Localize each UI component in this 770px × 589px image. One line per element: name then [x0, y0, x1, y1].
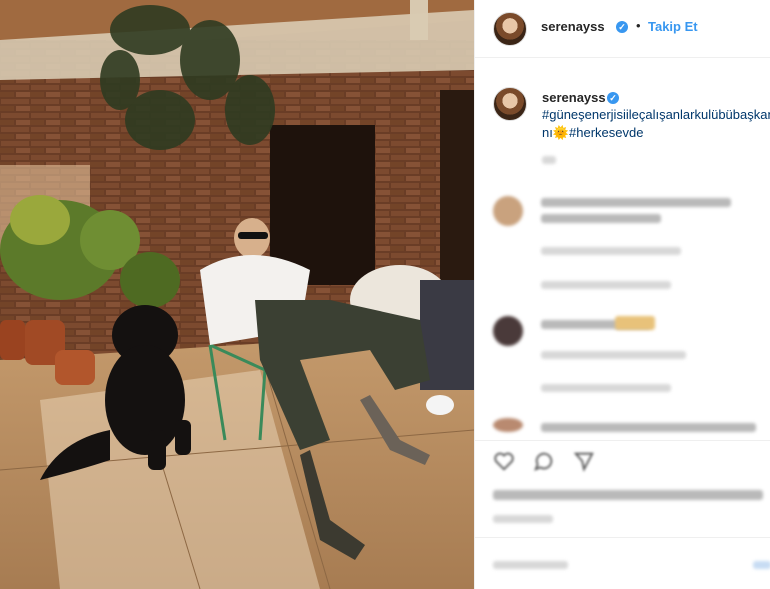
caption-avatar-icon[interactable]: [493, 87, 527, 121]
add-comment-input-blurred[interactable]: [493, 561, 568, 569]
actions-divider: [475, 440, 770, 441]
caption-text: #güneşenerjisiileçalışanlarkulübübaşkanı…: [542, 106, 770, 142]
post-photo-scene: [0, 0, 474, 589]
caption-verified-badge-icon: ✓: [607, 92, 619, 104]
comment-text-blurred: [541, 423, 756, 432]
sun-emoji-icon: 🌞: [552, 125, 570, 140]
comment-text-blurred: [541, 198, 731, 207]
caption-hashtag-line2[interactable]: #herkesevde: [569, 125, 643, 140]
comment-meta-blurred: [541, 247, 681, 255]
likes-count-blurred: [493, 490, 763, 500]
header-separator: •: [636, 18, 641, 33]
comment-avatar: [493, 418, 523, 432]
comment-replies-blurred: [541, 384, 671, 392]
heart-icon[interactable]: [493, 450, 515, 472]
comment-icon[interactable]: [533, 450, 555, 472]
comment-avatar: [493, 196, 523, 226]
caption-timestamp-blurred: [542, 156, 556, 164]
comment-replies-blurred: [541, 281, 671, 289]
post-header: serenayss ✓ • Takip Et: [475, 0, 770, 58]
comment-box-divider: [475, 537, 770, 538]
post-date-blurred: [493, 515, 553, 523]
comment-avatar: [493, 316, 523, 346]
post-comment-button-blurred[interactable]: [753, 561, 770, 569]
post-photo: [0, 0, 474, 589]
comment-text-blurred: [541, 214, 661, 223]
caption-hashtag-line1[interactable]: #güneşenerjisiileçalışanlarkulübübaşkanı: [542, 106, 770, 124]
caption-username[interactable]: serenayss: [542, 90, 606, 105]
comment-meta-blurred: [541, 351, 686, 359]
avatar-icon[interactable]: [493, 12, 527, 46]
follow-button[interactable]: Takip Et: [648, 19, 698, 34]
share-icon[interactable]: [573, 450, 595, 472]
caption-line2: nı🌞#herkesevde: [542, 124, 770, 142]
caption-line2-prefix: nı: [542, 125, 553, 140]
post-side-panel: serenayss ✓ • Takip Et serenayss ✓ #güne…: [474, 0, 770, 589]
verified-badge-icon: ✓: [616, 21, 628, 33]
header-username[interactable]: serenayss: [541, 19, 605, 34]
comment-emoji-blurred: [615, 316, 655, 330]
